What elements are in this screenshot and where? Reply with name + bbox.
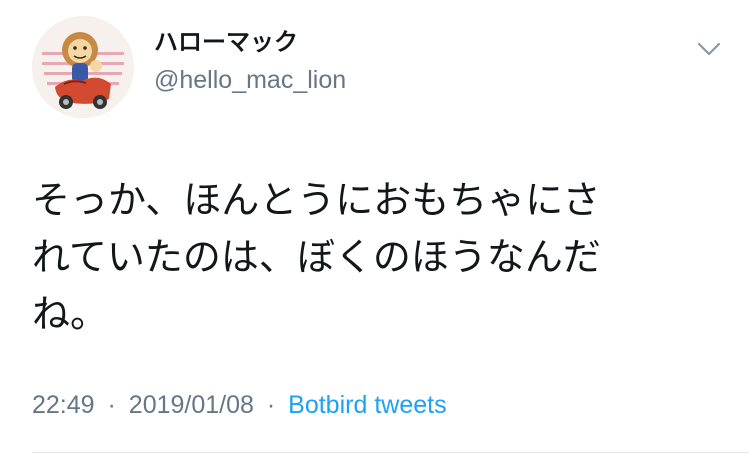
tweet-date[interactable]: 2019/01/08 — [129, 391, 254, 419]
tweet-text-line: れていたのは、ぼくのほうなんだ — [32, 235, 601, 279]
lion-mascot-avatar-icon — [32, 16, 134, 118]
divider — [32, 452, 749, 453]
meta-separator: · — [107, 391, 116, 419]
tweet-meta: 22:49 · 2019/01/08 · Botbird tweets — [32, 390, 447, 420]
chevron-down-icon — [697, 42, 721, 56]
tweet-header: ハローマック @hello_mac_lion — [154, 26, 689, 96]
tweet-text: そっか、ほんとうにおもちゃにさ れていたのは、ぼくのほうなんだ ね。 — [32, 172, 712, 343]
tweet-time[interactable]: 22:49 — [32, 391, 95, 419]
tweet-card: ハローマック @hello_mac_lion そっか、ほんとうにおもちゃにさ れ… — [0, 0, 749, 454]
author-display-name[interactable]: ハローマック — [154, 26, 689, 58]
author-handle[interactable]: @hello_mac_lion — [154, 64, 689, 96]
tweet-source-link[interactable]: Botbird tweets — [288, 391, 446, 419]
tweet-text-line: そっか、ほんとうにおもちゃにさ — [32, 178, 601, 222]
avatar[interactable] — [32, 16, 134, 118]
tweet-menu-button[interactable] — [695, 38, 723, 60]
meta-separator: · — [266, 391, 276, 419]
tweet-text-line: ね。 — [32, 292, 109, 336]
